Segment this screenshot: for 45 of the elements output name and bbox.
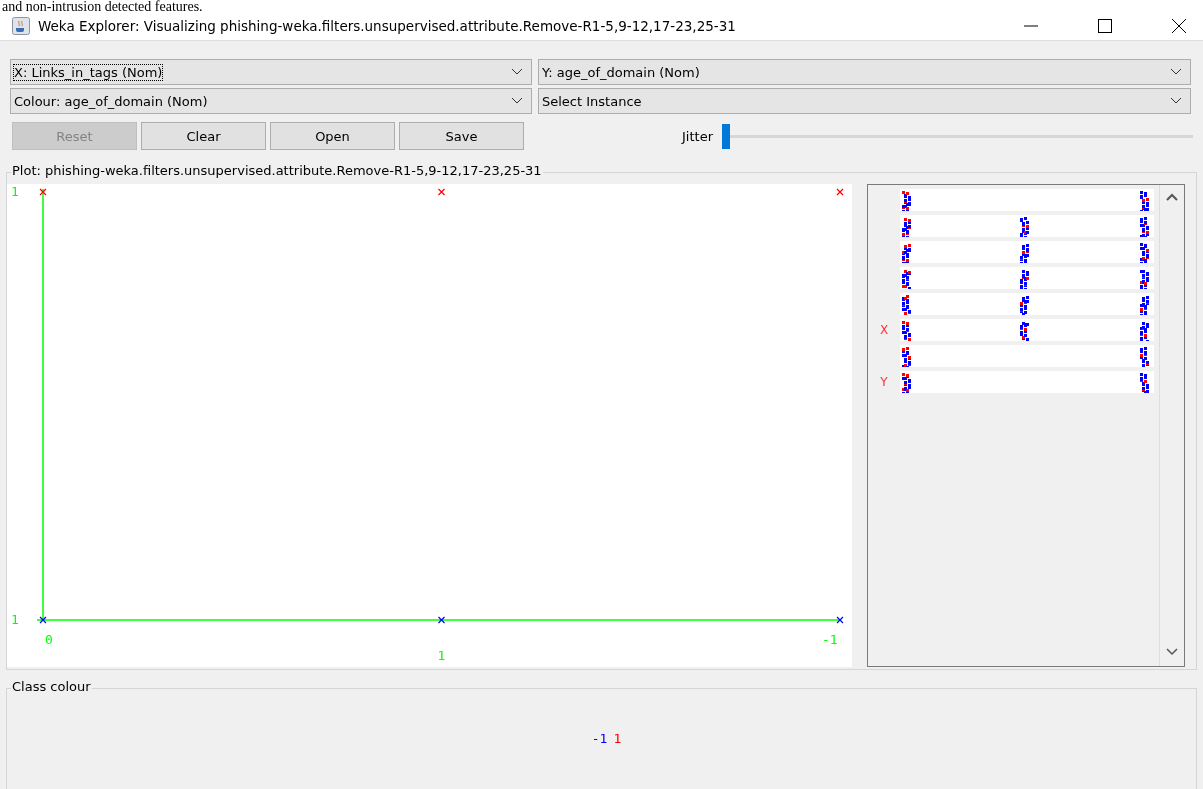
scroll-down-icon[interactable] [1166,648,1178,656]
attribute-bar[interactable] [900,319,1154,341]
class-colour-title: Class colour [11,679,92,694]
attribute-bar[interactable] [900,241,1154,263]
axis-marker: Y [879,375,889,389]
x-tick-label: 0 [45,632,53,647]
y-tick-label: 1 [11,612,19,627]
class-label: 1 [613,731,622,746]
data-point [39,188,47,196]
caret-icon[interactable] [1170,68,1182,76]
document-text: and non-intrusion detected features. [1,0,204,14]
data-point [39,616,47,624]
toolbar-button[interactable]: Clear [141,122,266,150]
toolbar-button[interactable]: Save [399,122,524,150]
data-point [836,616,844,624]
coffee-cup-icon [12,17,30,35]
attribute-bar[interactable] [900,345,1154,367]
scroll-up-icon[interactable] [1166,193,1178,201]
x-tick-label: -1 [822,632,838,647]
attribute-bar[interactable] [900,189,1154,211]
attribute-bar[interactable] [900,267,1154,289]
y-tick-label: 1 [11,184,19,199]
attribute-bar[interactable] [900,215,1154,237]
attribute-bar[interactable] [900,293,1154,315]
caret-icon[interactable] [511,97,523,105]
data-point [437,616,446,624]
x-tick-label: 1 [437,648,446,663]
window-title: Weka Explorer: Visualizing phishing-weka.filters.unsupervised.attribute.Remove-R1-5,9-12,17-23,25-31 [38,18,737,34]
dropdown[interactable]: X: Links_in_tags (Nom) [10,59,532,85]
close-icon[interactable] [1171,18,1187,34]
maximize-icon[interactable] [1097,18,1113,34]
toolbar-button[interactable]: Open [270,122,395,150]
caret-icon[interactable] [1170,97,1182,105]
dropdown[interactable]: Y: age_of_domain (Nom) [538,59,1191,85]
jitter-label: Jitter [682,128,713,144]
axis-marker: X [878,323,890,337]
dropdown[interactable]: Colour: age_of_domain (Nom) [10,88,532,114]
data-point [437,188,446,196]
class-label: -1 [591,731,608,746]
plot-title: Plot: phishing-weka.filters.unsupervised.attribute.Remove-R1-5,9-12,17-23,25-31 [11,163,543,178]
attribute-bar[interactable] [900,371,1154,393]
dropdown[interactable]: Select Instance [538,88,1191,114]
caret-icon[interactable] [511,68,523,76]
data-point [836,188,844,196]
jitter-slider[interactable] [722,123,730,149]
